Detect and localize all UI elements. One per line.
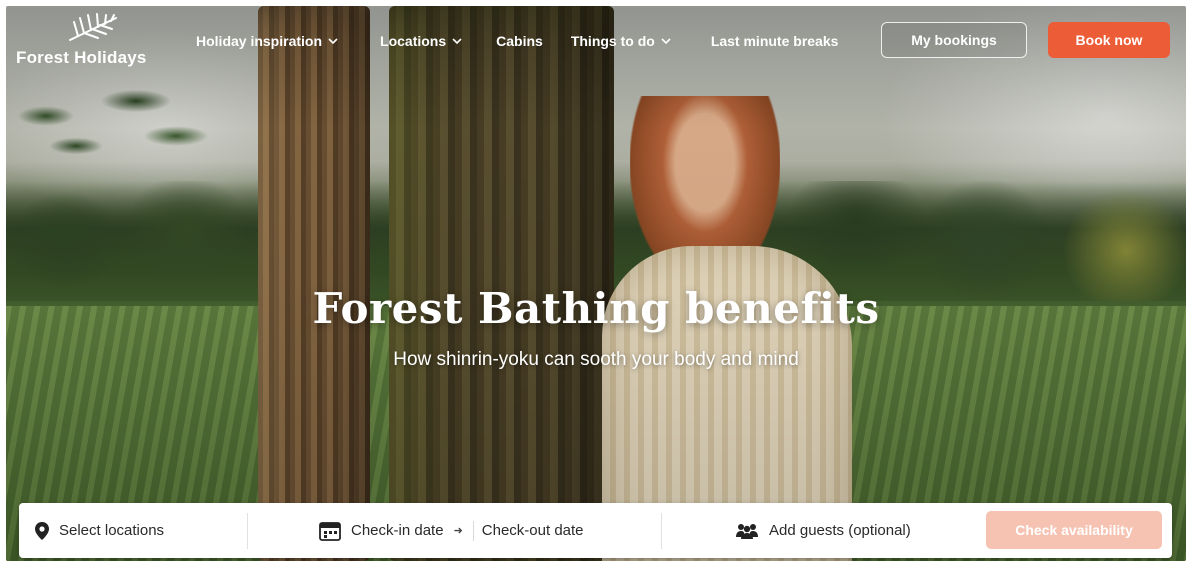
date-separator <box>472 520 474 541</box>
check-availability-button[interactable]: Check availability <box>986 511 1162 549</box>
search-divider <box>661 513 662 549</box>
location-select[interactable]: Select locations <box>35 503 164 558</box>
booking-search-bar: Select locations Check-in date ➜ Check-o… <box>19 503 1172 558</box>
nav-item-things-to-do[interactable]: Things to do <box>571 33 671 49</box>
page-frame: Forest Holidays Holiday inspiration Loca… <box>6 6 1186 561</box>
checkout-date-field[interactable]: Check-out date <box>482 522 584 539</box>
chevron-down-icon <box>452 38 462 45</box>
nav-item-label: Last minute breaks <box>710 33 839 49</box>
date-range-picker[interactable]: Check-in date ➜ Check-out date <box>319 503 584 558</box>
nav-item-label: Cabins <box>496 33 543 49</box>
hero-title: Forest Bathing benefits <box>312 284 880 333</box>
calendar-icon <box>319 521 341 541</box>
nav-item-label: Locations <box>380 33 447 49</box>
my-bookings-button[interactable]: My bookings <box>881 22 1027 58</box>
location-select-label: Select locations <box>59 522 165 539</box>
nav-item-last-minute-breaks[interactable]: Last minute breaks <box>711 33 839 49</box>
nav-item-label: Holiday inspiration <box>196 33 323 49</box>
guests-select-label: Add guests (optional) <box>769 522 911 539</box>
nav-item-cabins[interactable]: Cabins <box>496 33 543 49</box>
people-icon <box>736 523 758 539</box>
nav-item-label: Things to do <box>570 33 655 49</box>
checkin-date-field[interactable]: Check-in date <box>351 522 444 539</box>
book-now-button[interactable]: Book now <box>1048 22 1170 58</box>
search-divider <box>247 513 248 549</box>
brand-logo[interactable]: Forest Holidays <box>16 12 166 72</box>
brand-name: Forest Holidays <box>16 48 147 67</box>
arrow-right-icon: ➜ <box>453 525 463 537</box>
chevron-down-icon <box>328 38 338 45</box>
chevron-down-icon <box>661 38 671 45</box>
guests-select[interactable]: Add guests (optional) <box>735 503 911 558</box>
nav-item-holiday-inspiration[interactable]: Holiday inspiration <box>196 33 338 49</box>
fern-leaf-icon <box>69 13 117 41</box>
hero-subtitle: How shinrin-yoku can sooth your body and… <box>393 349 799 370</box>
nav-item-locations[interactable]: Locations <box>380 33 462 49</box>
main-nav: Holiday inspiration Locations Cabins Thi… <box>196 31 838 51</box>
map-pin-icon <box>35 521 49 540</box>
